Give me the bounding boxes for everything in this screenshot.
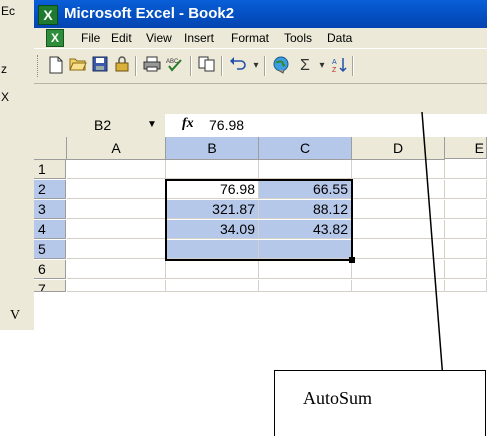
- column-header-a[interactable]: A: [67, 137, 166, 160]
- undo-dropdown-icon[interactable]: ▾: [246, 56, 266, 76]
- background-text-fragment: V: [10, 308, 21, 323]
- window-title: Microsoft Excel - Book2: [64, 5, 235, 22]
- background-window-fragment: Ec z X V: [0, 0, 35, 330]
- grid-cell[interactable]: [445, 220, 487, 239]
- grid-cell[interactable]: [67, 180, 166, 199]
- select-all-corner[interactable]: [34, 137, 67, 160]
- grid-cell[interactable]: [445, 180, 487, 199]
- menu-tools[interactable]: Tools: [284, 31, 312, 45]
- excel-logo-icon: X: [38, 5, 58, 25]
- grid-cell[interactable]: [259, 260, 352, 279]
- grid-cell[interactable]: [67, 160, 166, 179]
- menu-view[interactable]: View: [146, 31, 172, 45]
- menu-edit[interactable]: Edit: [111, 31, 132, 45]
- grid-cell[interactable]: [445, 160, 487, 179]
- column-header-e[interactable]: E: [445, 137, 487, 159]
- workbook-icon[interactable]: X: [46, 29, 64, 47]
- row-header-5[interactable]: 5: [34, 240, 66, 259]
- grid-cell[interactable]: [445, 240, 487, 259]
- grid-cell[interactable]: [67, 260, 166, 279]
- menu-insert[interactable]: Insert: [184, 31, 214, 45]
- menu-file[interactable]: File: [81, 31, 100, 45]
- grid-cell[interactable]: [166, 160, 259, 179]
- formula-bar-value[interactable]: 76.98: [209, 117, 244, 133]
- grid-cell[interactable]: [445, 260, 487, 279]
- grid-cell[interactable]: [352, 220, 445, 239]
- save-icon[interactable]: [90, 56, 110, 76]
- row-header-1[interactable]: 1: [34, 160, 66, 179]
- column-header-d[interactable]: D: [352, 137, 445, 160]
- insert-function-icon[interactable]: fx: [182, 116, 194, 132]
- grid-cell[interactable]: [67, 240, 166, 259]
- title-bar[interactable]: X Microsoft Excel - Book2: [34, 0, 487, 28]
- grid-cell[interactable]: [67, 280, 166, 292]
- autosum-callout-box: AutoSum: [274, 370, 486, 436]
- svg-text:A: A: [332, 59, 337, 66]
- background-text-fragment: X: [1, 90, 10, 104]
- menu-bar: X File Edit View Insert Format Tools Dat…: [34, 28, 487, 48]
- grid-cell[interactable]: [352, 180, 445, 199]
- name-box-value: B2: [94, 117, 112, 133]
- hyperlink-icon[interactable]: [271, 56, 291, 76]
- worksheet-grid[interactable]: A B C D E 1 2 3 4 5 6 7 76.98 66.55 321.…: [34, 137, 487, 330]
- grid-cell[interactable]: [67, 200, 166, 219]
- background-text-fragment: z: [1, 62, 7, 76]
- column-header-c[interactable]: C: [259, 137, 352, 160]
- row-header-4[interactable]: 4: [34, 220, 66, 239]
- toolbar-separator: [221, 56, 223, 76]
- grid-cell[interactable]: [352, 240, 445, 259]
- menu-data[interactable]: Data: [327, 31, 352, 45]
- toolbar-grip[interactable]: [37, 55, 41, 77]
- row-header-6[interactable]: 6: [34, 260, 66, 279]
- grid-cell[interactable]: [352, 280, 445, 292]
- toolbar-separator: [135, 56, 137, 76]
- name-box[interactable]: B2 ▼: [34, 115, 165, 135]
- toolbar-separator: [352, 56, 354, 76]
- column-header-b[interactable]: B: [166, 137, 259, 160]
- toolbar-separator: [190, 56, 192, 76]
- sort-ascending-icon[interactable]: AZ: [330, 56, 350, 76]
- row-header-7[interactable]: 7: [34, 280, 66, 292]
- selection-range-border: [165, 179, 353, 261]
- toolbar-separator: [264, 56, 266, 76]
- svg-text:Z: Z: [332, 67, 337, 74]
- grid-cell[interactable]: [352, 200, 445, 219]
- new-document-icon[interactable]: [46, 56, 66, 76]
- grid-cell[interactable]: [352, 260, 445, 279]
- grid-cell[interactable]: [67, 220, 166, 239]
- permission-icon[interactable]: [112, 56, 132, 76]
- fill-handle[interactable]: [349, 257, 355, 263]
- autosum-dropdown-icon[interactable]: ▾: [312, 56, 332, 76]
- undo-icon[interactable]: [228, 56, 248, 76]
- open-folder-icon[interactable]: [68, 56, 88, 76]
- grid-cell[interactable]: [166, 260, 259, 279]
- grid-cell[interactable]: [166, 280, 259, 292]
- grid-cell[interactable]: [445, 200, 487, 219]
- grid-cell[interactable]: [259, 280, 352, 292]
- menu-format[interactable]: Format: [231, 31, 269, 45]
- standard-toolbar: ABC ▾ Σ ▾ AZ: [34, 48, 487, 84]
- name-box-dropdown-icon[interactable]: ▼: [147, 119, 157, 130]
- spelling-icon[interactable]: ABC: [164, 56, 184, 76]
- print-icon[interactable]: [142, 56, 162, 76]
- background-text-fragment: Ec: [1, 4, 16, 18]
- row-header-2[interactable]: 2: [34, 180, 66, 199]
- row-header-3[interactable]: 3: [34, 200, 66, 219]
- autosum-callout-label: AutoSum: [303, 388, 373, 408]
- grid-cell[interactable]: [259, 160, 352, 179]
- grid-cell[interactable]: [352, 160, 445, 179]
- copy-icon[interactable]: [197, 56, 217, 76]
- grid-cell[interactable]: [445, 280, 487, 292]
